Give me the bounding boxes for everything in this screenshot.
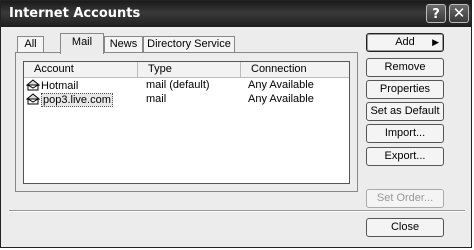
account-name: pop3.live.com	[41, 93, 113, 107]
tab-news[interactable]: News	[104, 36, 143, 53]
export-button[interactable]: Export...	[366, 147, 444, 166]
mail-account-icon	[26, 93, 40, 105]
account-cell: Hotmail	[26, 79, 78, 93]
list-row[interactable]: Hotmail mail (default) Any Available	[24, 79, 349, 93]
list-header: Account Type Connection	[24, 62, 349, 78]
internet-accounts-window: Internet Accounts ? ✕ All Mail News Dire…	[0, 0, 472, 248]
separator	[9, 210, 465, 212]
title-bar[interactable]: Internet Accounts ? ✕	[1, 1, 471, 27]
account-name: Hotmail	[41, 80, 79, 92]
set-order-button[interactable]: Set Order...	[366, 189, 444, 208]
help-button[interactable]: ?	[426, 4, 446, 23]
type-cell: mail	[146, 93, 167, 105]
tab-panel: Account Type Connection Hotmail mail (de…	[15, 52, 358, 192]
add-button[interactable]: Add ▶	[366, 33, 444, 52]
set-as-default-button[interactable]: Set as Default	[366, 102, 444, 121]
column-header-type[interactable]: Type	[138, 62, 241, 77]
tab-mail[interactable]: Mail	[60, 33, 104, 54]
column-header-account[interactable]: Account	[24, 62, 138, 77]
mail-account-icon	[26, 79, 40, 91]
remove-button[interactable]: Remove	[366, 58, 444, 77]
add-arrow-icon: ▶	[432, 37, 439, 47]
list-row[interactable]: pop3.live.com mail Any Available	[24, 93, 349, 107]
account-cell: pop3.live.com	[26, 93, 113, 107]
import-button[interactable]: Import...	[366, 124, 444, 143]
tab-all[interactable]: All	[17, 36, 44, 53]
connection-cell: Any Available	[248, 93, 314, 105]
column-header-connection[interactable]: Connection	[241, 62, 349, 77]
window-title: Internet Accounts	[9, 6, 141, 21]
connection-cell: Any Available	[248, 79, 314, 91]
close-button[interactable]: Close	[366, 218, 444, 237]
tab-directory-service[interactable]: Directory Service	[143, 36, 235, 53]
accounts-list[interactable]: Account Type Connection Hotmail mail (de…	[23, 61, 350, 184]
add-label: Add	[395, 36, 415, 48]
type-cell: mail (default)	[146, 79, 210, 91]
properties-button[interactable]: Properties	[366, 80, 444, 99]
close-window-button[interactable]: ✕	[449, 4, 469, 23]
